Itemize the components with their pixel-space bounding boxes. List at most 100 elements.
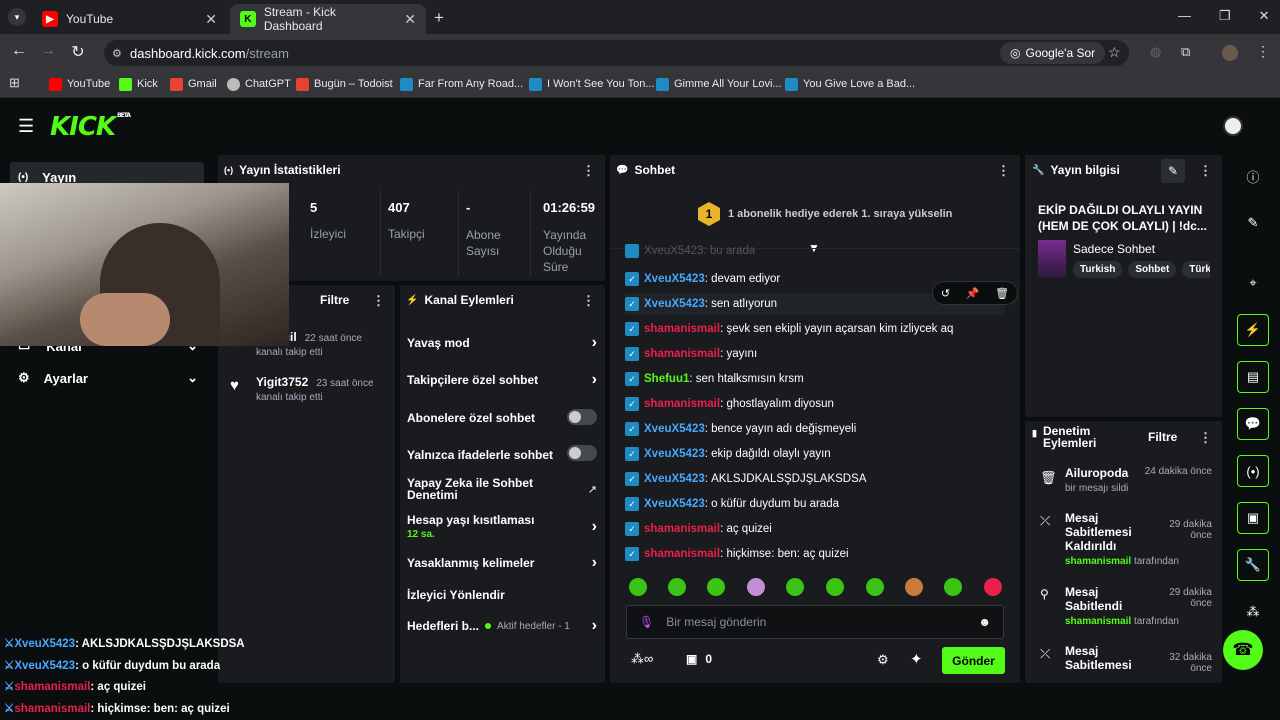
microphone-icon[interactable]: 🎙 <box>639 615 654 629</box>
bookmark-song-1[interactable]: Far From Any Road... <box>400 75 523 93</box>
chat-username[interactable]: XveuX5423 <box>644 423 705 435</box>
stream-info-menu-icon[interactable]: ⋮ <box>1199 163 1212 179</box>
stats-menu-icon[interactable]: ⋮ <box>582 163 595 179</box>
sidebar-item-ayarlar[interactable]: ⚙ Ayarlar ⌄ <box>18 368 198 388</box>
emote[interactable] <box>866 578 884 596</box>
minimize-icon[interactable]: — <box>1178 8 1191 24</box>
bookmark-song-3[interactable]: Gimme All Your Lovi... <box>656 75 782 93</box>
site-info-icon[interactable]: ⚙ <box>112 47 122 60</box>
tools-toggle[interactable]: 🔧 <box>1237 549 1269 581</box>
emote[interactable] <box>747 578 765 596</box>
chat-message[interactable]: ✓ shamanismail: hiçkimse: ben: aç quizei <box>625 543 849 565</box>
moderation-filter-button[interactable]: Filtre <box>1148 430 1177 444</box>
chat-username[interactable]: shamanismail <box>644 398 720 410</box>
extensions-icon[interactable]: ⁂ <box>1237 596 1269 628</box>
chat-username[interactable]: XveuX5423 <box>644 498 705 510</box>
goals-row[interactable]: Hedefleri b... Aktif hedefler - 1 › <box>407 617 597 635</box>
support-headset-button[interactable]: ☎ <box>1223 630 1263 670</box>
chat-username[interactable]: Shefuu1 <box>644 373 689 385</box>
bookmark-star-icon[interactable]: ☆ <box>1108 44 1121 61</box>
activity-filter-button[interactable]: Filtre <box>320 293 349 307</box>
account-age-row[interactable]: Hesap yaşı kısıtlaması 12 sa. › <box>407 513 597 540</box>
close-tab-icon[interactable]: ✕ <box>205 11 217 28</box>
chat-input[interactable]: 🎙 Bir mesaj gönderin ☻ <box>626 605 1004 639</box>
subscribers-only-toggle[interactable] <box>567 409 597 425</box>
emote[interactable] <box>707 578 725 596</box>
new-tab-icon[interactable]: + <box>434 8 444 28</box>
window-controls[interactable]: — ❐ ✕ <box>1178 8 1270 24</box>
chat-message[interactable]: ✓ shamanismail: ghostlayalım diyosun <box>625 393 834 415</box>
emote[interactable] <box>944 578 962 596</box>
pin-icon[interactable]: 📌 <box>966 287 980 300</box>
bookmark-youtube[interactable]: YouTube <box>49 75 110 93</box>
chat-username[interactable]: shamanismail <box>644 523 720 535</box>
bookmark-kick[interactable]: Kick <box>119 75 158 93</box>
tab-youtube[interactable]: ▶ YouTube ✕ <box>32 4 227 34</box>
chat-menu-icon[interactable]: ⋮ <box>997 163 1010 179</box>
user-avatar[interactable] <box>1223 116 1243 136</box>
tab-kick-dashboard[interactable]: K Stream - Kick Dashboard ✕ <box>230 4 426 34</box>
bookmark-song-4[interactable]: You Give Love a Bad... <box>785 75 915 93</box>
layout-toggle[interactable]: ▣ <box>1237 502 1269 534</box>
extensions-puzzle-icon[interactable]: ⧉ <box>1181 44 1190 60</box>
tab-search-button[interactable]: ▾ <box>8 8 26 26</box>
reload-icon[interactable]: ↻ <box>67 42 89 62</box>
chat-username[interactable]: XveuX5423 <box>644 273 705 285</box>
activity-menu-icon[interactable]: ⋮ <box>372 293 385 309</box>
ai-moderation-row[interactable]: Yapay Zeka ile Sohbet Denetimi ↗ <box>407 477 597 501</box>
emote[interactable] <box>629 578 647 596</box>
edit-icon[interactable]: ✎ <box>1237 207 1269 239</box>
chat-username[interactable]: XveuX5423 <box>644 448 705 460</box>
tag[interactable]: Türk <box>1182 261 1210 278</box>
forward-icon[interactable]: → <box>37 42 59 60</box>
edit-stream-info-icon[interactable]: ✎ <box>1161 159 1185 183</box>
info-icon[interactable]: ⓘ <box>1237 160 1269 192</box>
bookmark-todoist[interactable]: Bugün – Todoist <box>296 75 393 93</box>
chat-username[interactable]: shamanismail <box>644 323 720 335</box>
chat-message[interactable]: ✓ shamanismail: yayını <box>625 343 757 365</box>
chat-toggle[interactable]: 💬 <box>1237 408 1269 440</box>
url-bar[interactable]: ⚙ dashboard.kick.com/stream <box>104 40 1129 66</box>
emote[interactable] <box>668 578 686 596</box>
emoji-picker-icon[interactable]: ☻ <box>978 615 991 629</box>
category-name[interactable]: Sadece Sohbet <box>1073 242 1155 256</box>
emote[interactable] <box>826 578 844 596</box>
chat-message[interactable]: ✓ XveuX5423: devam ediyor <box>625 268 780 290</box>
moderation-menu-icon[interactable]: ⋮ <box>1199 430 1212 446</box>
chrome-menu-icon[interactable]: ⋮ <box>1256 43 1270 60</box>
chat-mod-icon[interactable]: ✦ <box>910 650 923 668</box>
chat-username[interactable]: shamanismail <box>644 548 720 560</box>
chat-settings-icon[interactable]: ⚙ <box>877 652 889 668</box>
hamburger-menu-icon[interactable]: ☰ <box>18 116 34 137</box>
profile-avatar[interactable] <box>1222 45 1238 61</box>
followers-only-row[interactable]: Takipçilere özel sohbet › <box>407 371 597 389</box>
chat-message[interactable]: ✓ shamanismail: şevk sen ekipli yayın aça… <box>625 318 953 340</box>
activity-feed-toggle[interactable]: ▤ <box>1237 361 1269 393</box>
channel-actions-toggle[interactable]: ⚡ <box>1237 314 1269 346</box>
screenshot-icon[interactable]: ⌖ <box>1237 267 1269 299</box>
channel-points-icon[interactable]: ⁂∞ <box>631 651 653 667</box>
kick-logo[interactable]: KICK BETA <box>50 112 131 142</box>
emote[interactable] <box>984 578 1002 596</box>
gift-leaderboard-banner[interactable]: 1 1 abonelik hediye ederek 1. sıraya yük… <box>698 202 952 226</box>
chat-username[interactable]: XveuX5423 <box>644 298 705 310</box>
banned-words-row[interactable]: Yasaklanmış kelimeler › <box>407 554 597 572</box>
undo-icon[interactable]: ↺ <box>941 287 950 300</box>
apps-grid-icon[interactable]: ⊞ <box>9 75 20 91</box>
close-tab-icon[interactable]: ✕ <box>404 11 416 28</box>
trash-icon[interactable]: 🗑 <box>995 287 1009 300</box>
bookmark-song-2[interactable]: I Won't See You Ton... <box>529 75 655 93</box>
channel-actions-menu-icon[interactable]: ⋮ <box>582 293 595 309</box>
chat-message[interactable]: ✓ XveuX5423: o küfür duydum bu arada <box>625 493 839 515</box>
bookmark-gmail[interactable]: Gmail <box>170 75 217 93</box>
bookmark-chatgpt[interactable]: ChatGPT <box>227 75 291 93</box>
tag[interactable]: Sohbet <box>1128 261 1177 278</box>
slow-mode-row[interactable]: Yavaş mod › <box>407 334 597 352</box>
chat-message[interactable]: ✓ XveuX5423: ekip dağıldı olaylı yayın <box>625 443 831 465</box>
close-window-icon[interactable]: ✕ <box>1259 8 1270 24</box>
back-icon[interactable]: ← <box>8 42 30 60</box>
raid-row[interactable]: İzleyici Yönlendir <box>407 588 505 602</box>
send-button[interactable]: Gönder <box>942 647 1005 674</box>
restore-icon[interactable]: ❐ <box>1219 8 1231 24</box>
chat-message[interactable]: ✓ XveuX5423: bence yayın adı değişmeyeli <box>625 418 856 440</box>
